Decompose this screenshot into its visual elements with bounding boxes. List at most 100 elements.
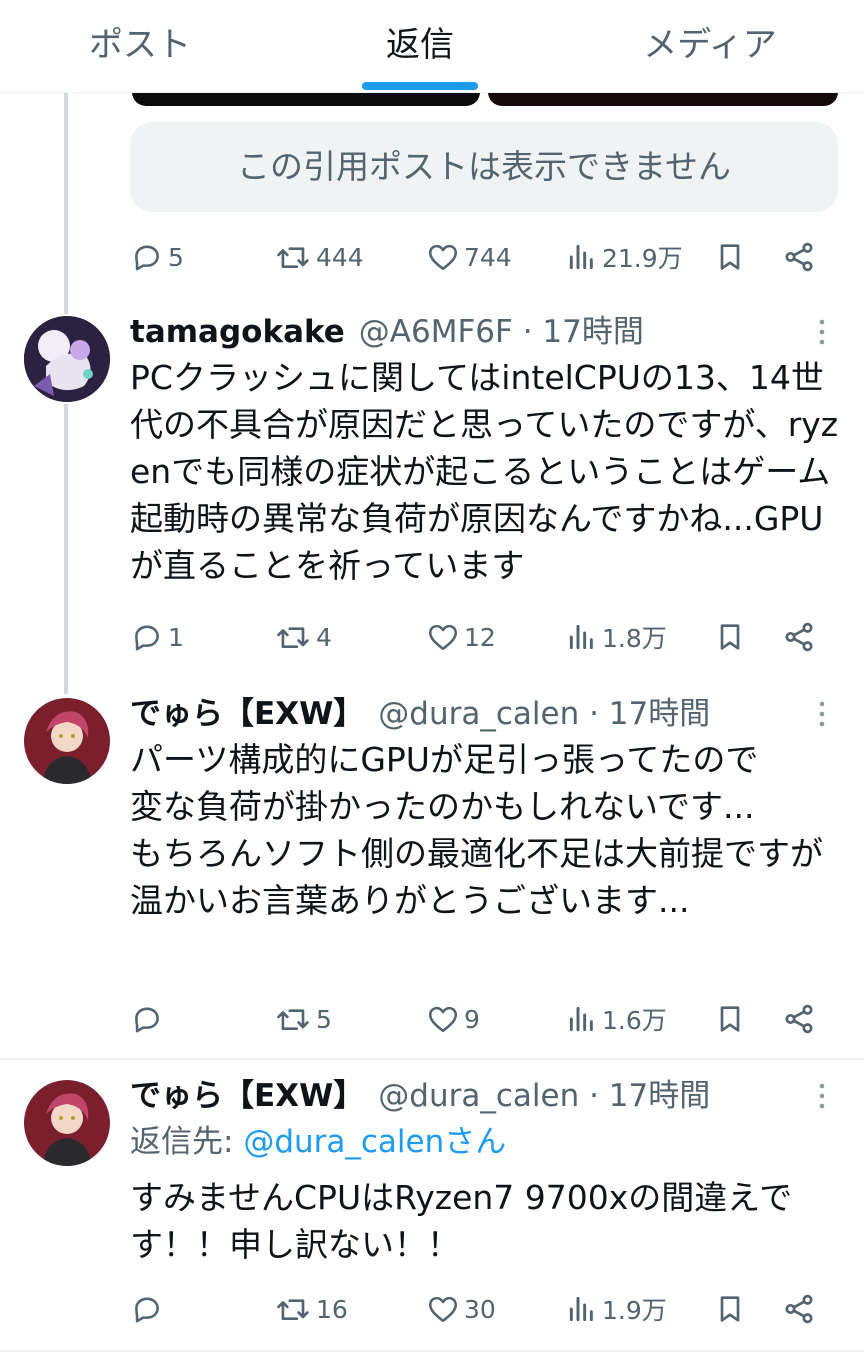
replying-to-label: 返信先: (130, 1124, 244, 1160)
tab-posts[interactable]: ポスト (40, 0, 240, 92)
analytics-icon (566, 1292, 598, 1326)
share-icon (782, 620, 816, 654)
post-header: tamagokake @A6MF6F · 17時間 (130, 310, 644, 354)
replying-to-handle-link[interactable]: @dura_calenさん (243, 1124, 506, 1160)
profile-tab-bar: ポスト 返信 メディア (0, 0, 864, 93)
reply-icon (130, 620, 164, 654)
reply-icon (130, 1002, 164, 1036)
like-button[interactable]: 30 (426, 1284, 496, 1334)
view-count: 1.6万 (602, 1006, 667, 1035)
post-header: でゅら【EXW】 @dura_calen · 17時間 (130, 692, 710, 736)
bookmark-icon (714, 1002, 746, 1036)
more-icon (819, 1083, 825, 1109)
repost-button[interactable]: 444 (276, 232, 364, 282)
post-header: でゅら【EXW】 @dura_calen · 17時間 (130, 1074, 710, 1118)
active-tab-indicator (362, 82, 478, 90)
more-icon (819, 319, 825, 345)
tab-replies[interactable]: 返信 (320, 0, 520, 92)
display-name[interactable]: でゅら【EXW】 (130, 1078, 364, 1114)
handle-and-time[interactable]: @dura_calen · 17時間 (378, 1078, 710, 1114)
thread-connector (64, 92, 68, 314)
repost-icon (276, 240, 312, 274)
bookmark-icon (714, 240, 746, 274)
post-text: PCクラッシュに関してはintelCPUの13、14世代の不具合が原因だと思って… (130, 358, 839, 585)
repost-icon (276, 620, 312, 654)
bookmark-icon (714, 1292, 746, 1326)
more-options-button[interactable] (810, 1076, 834, 1116)
bookmark-icon (714, 620, 746, 654)
like-count: 30 (464, 1294, 496, 1324)
share-icon (782, 1002, 816, 1036)
post-actions: 1 4 12 1.8万 (130, 612, 830, 662)
post-text: パーツ構成的にGPUが足引っ張ってたので 変な負荷が掛かったのかもしれないです.… (130, 740, 823, 920)
avatar[interactable] (24, 316, 110, 402)
display-name[interactable]: tamagokake (130, 314, 345, 350)
share-button[interactable] (782, 232, 816, 282)
views-button[interactable]: 21.9万 (566, 232, 683, 282)
repost-button[interactable]: 4 (276, 612, 332, 662)
bookmark-button[interactable] (714, 1284, 746, 1334)
avatar[interactable] (24, 1080, 110, 1166)
repost-count: 16 (316, 1294, 348, 1324)
like-count: 9 (464, 1004, 480, 1034)
post-text: すみませんCPUはRyzen7 9700xの間違えです！！申し訳ない！！ (130, 1178, 793, 1264)
like-count: 12 (464, 622, 496, 652)
post-media-image[interactable] (488, 92, 838, 106)
bookmark-button[interactable] (714, 232, 746, 282)
post-actions: 5 9 1.6万 (130, 994, 830, 1044)
reply-button[interactable] (130, 994, 168, 1044)
views-button[interactable]: 1.8万 (566, 612, 667, 662)
analytics-icon (566, 1002, 598, 1036)
views-button[interactable]: 1.6万 (566, 994, 667, 1044)
reply-count: 5 (168, 242, 184, 272)
more-icon (819, 701, 825, 727)
share-button[interactable] (782, 994, 816, 1044)
replying-to: 返信先: @dura_calenさん (130, 1120, 506, 1164)
bookmark-button[interactable] (714, 612, 746, 662)
repost-count: 5 (316, 1004, 332, 1034)
repost-count: 444 (316, 242, 364, 272)
repost-icon (276, 1002, 312, 1036)
repost-button[interactable]: 5 (276, 994, 332, 1044)
share-icon (782, 1292, 816, 1326)
share-button[interactable] (782, 612, 816, 662)
quote-unavailable-notice: この引用ポストは表示できません (130, 122, 838, 212)
view-count: 1.9万 (602, 1296, 667, 1325)
reply-button[interactable]: 1 (130, 612, 184, 662)
reply-button[interactable]: 5 (130, 232, 184, 282)
analytics-icon (566, 620, 598, 654)
post-divider (0, 1058, 864, 1060)
reply-icon (130, 1292, 164, 1326)
post-media-image[interactable] (132, 92, 480, 106)
like-count: 744 (464, 242, 512, 272)
heart-icon (426, 1292, 460, 1326)
post-actions: 16 30 1.9万 (130, 1284, 830, 1334)
thread-connector (64, 404, 68, 694)
display-name[interactable]: でゅら【EXW】 (130, 696, 364, 732)
repost-icon (276, 1292, 312, 1326)
like-button[interactable]: 9 (426, 994, 480, 1044)
heart-icon (426, 1002, 460, 1036)
avatar[interactable] (24, 698, 110, 784)
post-actions: 5 444 744 21.9万 (130, 232, 830, 282)
handle-and-time[interactable]: @A6MF6F · 17時間 (359, 314, 644, 350)
reply-icon (130, 240, 164, 274)
repost-button[interactable]: 16 (276, 1284, 348, 1334)
like-button[interactable]: 744 (426, 232, 512, 282)
share-button[interactable] (782, 1284, 816, 1334)
analytics-icon (566, 240, 598, 274)
handle-and-time[interactable]: @dura_calen · 17時間 (378, 696, 710, 732)
bookmark-button[interactable] (714, 994, 746, 1044)
reply-count: 1 (168, 622, 184, 652)
reply-button[interactable] (130, 1284, 168, 1334)
more-options-button[interactable] (810, 694, 834, 734)
more-options-button[interactable] (810, 312, 834, 352)
heart-icon (426, 240, 460, 274)
like-button[interactable]: 12 (426, 612, 496, 662)
views-button[interactable]: 1.9万 (566, 1284, 667, 1334)
tab-media[interactable]: メディア (610, 0, 810, 92)
repost-count: 4 (316, 622, 332, 652)
view-count: 1.8万 (602, 624, 667, 653)
view-count: 21.9万 (602, 244, 683, 273)
post-divider (0, 1350, 864, 1352)
